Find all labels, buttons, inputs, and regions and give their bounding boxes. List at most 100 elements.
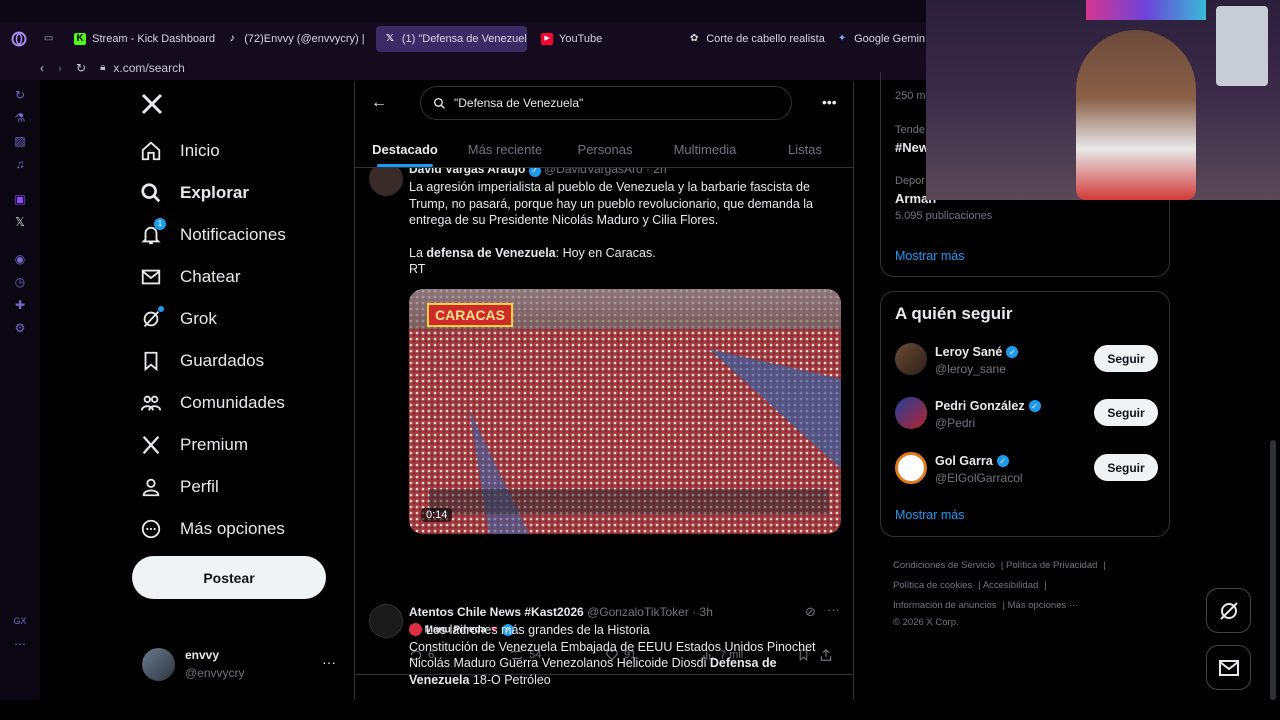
- tab-label: (1) "Defensa de Venezuela: [401, 32, 528, 45]
- x-icon: [142, 435, 160, 455]
- x-sidebar: Inicio Explorar 1 Notificaciones Chatear…: [130, 82, 350, 700]
- suggestion-handle: @Pedri: [935, 416, 976, 430]
- openai-icon: ✿: [689, 32, 699, 44]
- refresh-sidebar-icon[interactable]: ↻: [13, 88, 27, 102]
- suggestion-name-text: Leroy Sané: [935, 345, 1003, 359]
- search-tabs: Destacado Más reciente Personas Multimed…: [355, 134, 853, 168]
- footer-link[interactable]: Más opciones ···: [1008, 600, 1079, 611]
- bookmark-icon: [144, 351, 158, 372]
- follow-button[interactable]: Seguir: [1094, 399, 1158, 426]
- back-arrow-icon[interactable]: ←: [371, 94, 387, 112]
- footer-link[interactable]: Accesibilidad: [983, 580, 1038, 591]
- follow-button[interactable]: Seguir: [1094, 454, 1158, 481]
- page-scrollbar[interactable]: [1270, 440, 1276, 700]
- puzzle-icon[interactable]: ✚: [13, 298, 27, 312]
- more-dots-icon[interactable]: ···: [827, 602, 840, 617]
- tab-personas[interactable]: Personas: [555, 134, 655, 167]
- people-icon: [140, 395, 162, 411]
- x-logo-icon[interactable]: [140, 92, 164, 121]
- browser-tab-chatgpt[interactable]: ✿ Corte de cabello realista: [680, 26, 828, 52]
- tweet-handle: @GonzaloTikToker · 3h: [587, 605, 713, 619]
- browser-tab-tiktok[interactable]: ♪ (72)Envvy (@envvycry) |: [218, 26, 368, 52]
- sidebar-item-chatear[interactable]: Chatear: [140, 266, 240, 288]
- sidebar-item-premium[interactable]: Premium: [140, 434, 248, 456]
- tweet-video[interactable]: CARACAS 0:14: [409, 289, 841, 534]
- flask-icon[interactable]: ⚗: [13, 111, 27, 125]
- twitch-icon[interactable]: ▣: [13, 192, 27, 206]
- main-column: David Vargas Araujo ✓ @DavidVargasAro · …: [354, 82, 854, 700]
- back-arrow-icon[interactable]: ‹: [40, 61, 44, 75]
- account-name: envvy: [185, 648, 220, 662]
- opera-logo-icon[interactable]: [0, 31, 39, 47]
- browser-tab-youtube[interactable]: ▶ YouTube: [533, 26, 608, 52]
- sidebar-item-mas-opciones[interactable]: Más opciones: [140, 518, 285, 540]
- sidebar-item-label: Notificaciones: [180, 225, 286, 244]
- reload-icon[interactable]: ↻: [76, 61, 86, 75]
- browser-tab-kick[interactable]: K Stream - Kick Dashboard: [66, 26, 218, 52]
- browser-tab-gemini[interactable]: ✦ Google Gemin: [828, 26, 930, 52]
- gx-icon[interactable]: GX: [13, 614, 27, 628]
- tweet-author[interactable]: Atentos Chile News #Kast2026: [409, 605, 584, 619]
- tiktok-icon: ♪: [229, 32, 235, 44]
- verified-icon: ✓: [1028, 400, 1041, 412]
- sidebar-item-notificaciones[interactable]: 1 Notificaciones: [140, 218, 286, 246]
- follow-suggestion[interactable]: Pedri González ✓ @Pedri Seguir: [895, 397, 1159, 433]
- trend-name[interactable]: #New: [895, 140, 929, 155]
- sidebar-item-perfil[interactable]: Perfil: [140, 476, 219, 498]
- tab-workspaces-icon[interactable]: ▭: [39, 26, 61, 52]
- sidebar-item-guardados[interactable]: Guardados: [140, 350, 264, 372]
- tweet-text: Los ladrones más grandes de la Historia …: [409, 622, 829, 688]
- grok-floating-button[interactable]: [1206, 588, 1251, 633]
- grok-icon[interactable]: ⊘: [805, 604, 816, 620]
- who-to-follow-title: A quién seguir: [895, 304, 1013, 323]
- account-switcher[interactable]: envvy @envvycry ···: [142, 648, 342, 684]
- settings-icon[interactable]: ⚙: [13, 321, 27, 335]
- sidebar-item-label: Guardados: [180, 351, 265, 370]
- sidebar-item-inicio[interactable]: Inicio: [140, 140, 220, 162]
- more-dots-icon[interactable]: ⋯: [13, 637, 27, 651]
- footer-link[interactable]: Política de Privacidad: [1006, 560, 1097, 571]
- browser-tab-x[interactable]: 𝕏 (1) "Defensa de Venezuela: [375, 25, 528, 52]
- tweet-header: Atentos Chile News #Kast2026 @GonzaloTik…: [409, 605, 713, 619]
- music-icon[interactable]: ♫: [13, 157, 27, 171]
- follow-suggestion[interactable]: Leroy Sané ✓ @leroy_sane Seguir: [895, 343, 1159, 379]
- sidebar-item-explorar[interactable]: Explorar: [140, 182, 249, 204]
- sidebar-item-grok[interactable]: Grok: [140, 306, 217, 330]
- streamer-figure: [1076, 30, 1196, 200]
- tab-mas-reciente[interactable]: Más reciente: [455, 134, 555, 167]
- search-query: "Defensa de Venezuela": [454, 96, 584, 110]
- forward-arrow-icon[interactable]: ›: [58, 61, 62, 75]
- avatar: [895, 343, 927, 375]
- person-icon: [142, 478, 160, 497]
- wall-poster: [1216, 6, 1268, 86]
- x-sidebar-icon[interactable]: 𝕏: [13, 215, 27, 229]
- footer-link[interactable]: Información de anuncios: [893, 600, 997, 611]
- show-more-link[interactable]: Mostrar más: [895, 249, 964, 263]
- search-input[interactable]: "Defensa de Venezuela": [420, 86, 792, 120]
- footer-link[interactable]: Política de cookies: [893, 580, 972, 591]
- youtube-icon: ▶: [541, 32, 554, 45]
- suggestion-name-text: Pedri González: [935, 399, 1025, 413]
- sidebar-item-label: Grok: [180, 309, 217, 328]
- more-dots-icon[interactable]: •••: [822, 94, 837, 110]
- footer-link[interactable]: Condiciones de Servicio: [893, 560, 995, 571]
- tab-multimedia[interactable]: Multimedia: [655, 134, 755, 167]
- url-text[interactable]: x.com/search: [113, 61, 184, 75]
- messages-floating-button[interactable]: [1206, 645, 1251, 690]
- circle-icon[interactable]: ◉: [13, 252, 27, 266]
- account-handle: @envvycry: [185, 666, 245, 680]
- follow-button[interactable]: Seguir: [1094, 345, 1158, 372]
- tab-listas[interactable]: Listas: [755, 134, 853, 167]
- tab-destacado[interactable]: Destacado: [355, 134, 455, 167]
- kick-icon: K: [74, 32, 87, 45]
- show-more-link[interactable]: Mostrar más: [895, 508, 964, 522]
- mail-icon: [1218, 659, 1239, 676]
- suggestion-handle: @ElGolGarracol: [935, 471, 1023, 485]
- tweet-avatar[interactable]: [369, 604, 403, 638]
- post-button[interactable]: Postear: [132, 556, 326, 599]
- sidebar-item-comunidades[interactable]: Comunidades: [140, 392, 285, 414]
- more-dots-icon[interactable]: ···: [322, 654, 336, 670]
- clock-icon[interactable]: ◷: [13, 275, 27, 289]
- palette-icon[interactable]: ▨: [13, 134, 27, 148]
- follow-suggestion[interactable]: Gol Garra ✓ @ElGolGarracol Seguir: [895, 452, 1159, 488]
